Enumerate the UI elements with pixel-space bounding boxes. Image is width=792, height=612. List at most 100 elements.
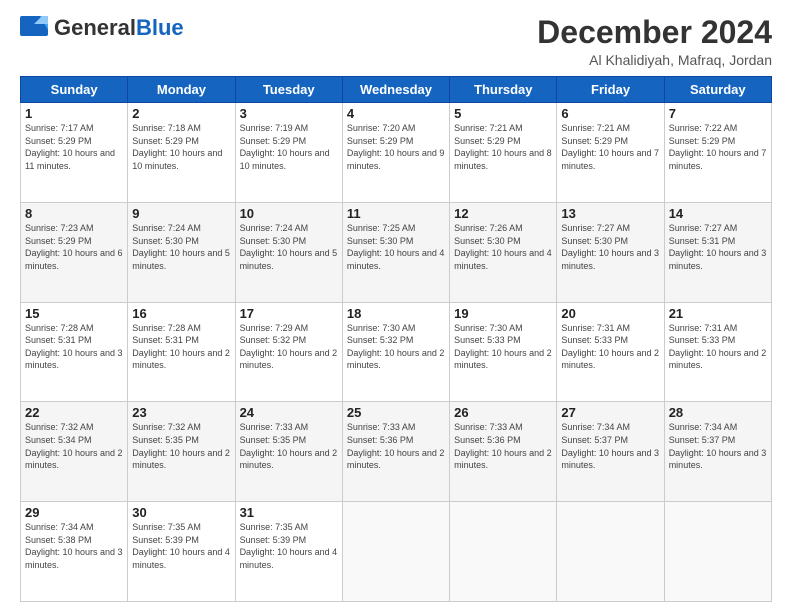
day-number: 12 bbox=[454, 206, 552, 221]
logo-icon bbox=[20, 16, 50, 40]
day-number: 7 bbox=[669, 106, 767, 121]
logo-text: GeneralBlue bbox=[54, 15, 184, 41]
day-number: 13 bbox=[561, 206, 659, 221]
day-info: Sunrise: 7:28 AM Sunset: 5:31 PM Dayligh… bbox=[132, 322, 230, 372]
day-info: Sunrise: 7:32 AM Sunset: 5:35 PM Dayligh… bbox=[132, 421, 230, 471]
table-row: 5Sunrise: 7:21 AM Sunset: 5:29 PM Daylig… bbox=[450, 103, 557, 203]
day-info: Sunrise: 7:33 AM Sunset: 5:35 PM Dayligh… bbox=[240, 421, 338, 471]
table-row: 31Sunrise: 7:35 AM Sunset: 5:39 PM Dayli… bbox=[235, 502, 342, 602]
col-wednesday: Wednesday bbox=[342, 77, 449, 103]
day-number: 18 bbox=[347, 306, 445, 321]
table-row: 19Sunrise: 7:30 AM Sunset: 5:33 PM Dayli… bbox=[450, 302, 557, 402]
day-info: Sunrise: 7:30 AM Sunset: 5:32 PM Dayligh… bbox=[347, 322, 445, 372]
day-info: Sunrise: 7:33 AM Sunset: 5:36 PM Dayligh… bbox=[347, 421, 445, 471]
day-number: 10 bbox=[240, 206, 338, 221]
location: Al Khalidiyah, Mafraq, Jordan bbox=[537, 52, 772, 68]
table-row: 1Sunrise: 7:17 AM Sunset: 5:29 PM Daylig… bbox=[21, 103, 128, 203]
day-info: Sunrise: 7:33 AM Sunset: 5:36 PM Dayligh… bbox=[454, 421, 552, 471]
table-row: 28Sunrise: 7:34 AM Sunset: 5:37 PM Dayli… bbox=[664, 402, 771, 502]
day-info: Sunrise: 7:27 AM Sunset: 5:30 PM Dayligh… bbox=[561, 222, 659, 272]
day-number: 8 bbox=[25, 206, 123, 221]
day-info: Sunrise: 7:20 AM Sunset: 5:29 PM Dayligh… bbox=[347, 122, 445, 172]
day-info: Sunrise: 7:21 AM Sunset: 5:29 PM Dayligh… bbox=[561, 122, 659, 172]
day-number: 19 bbox=[454, 306, 552, 321]
day-number: 4 bbox=[347, 106, 445, 121]
day-number: 21 bbox=[669, 306, 767, 321]
day-number: 11 bbox=[347, 206, 445, 221]
day-info: Sunrise: 7:23 AM Sunset: 5:29 PM Dayligh… bbox=[25, 222, 123, 272]
title-section: December 2024 Al Khalidiyah, Mafraq, Jor… bbox=[537, 15, 772, 68]
table-row: 14Sunrise: 7:27 AM Sunset: 5:31 PM Dayli… bbox=[664, 202, 771, 302]
table-row: 30Sunrise: 7:35 AM Sunset: 5:39 PM Dayli… bbox=[128, 502, 235, 602]
calendar-table: Sunday Monday Tuesday Wednesday Thursday… bbox=[20, 76, 772, 602]
table-row: 21Sunrise: 7:31 AM Sunset: 5:33 PM Dayli… bbox=[664, 302, 771, 402]
day-number: 9 bbox=[132, 206, 230, 221]
day-number: 27 bbox=[561, 405, 659, 420]
table-row: 2Sunrise: 7:18 AM Sunset: 5:29 PM Daylig… bbox=[128, 103, 235, 203]
col-friday: Friday bbox=[557, 77, 664, 103]
calendar-week-row: 29Sunrise: 7:34 AM Sunset: 5:38 PM Dayli… bbox=[21, 502, 772, 602]
calendar-week-row: 1Sunrise: 7:17 AM Sunset: 5:29 PM Daylig… bbox=[21, 103, 772, 203]
table-row: 23Sunrise: 7:32 AM Sunset: 5:35 PM Dayli… bbox=[128, 402, 235, 502]
table-row: 27Sunrise: 7:34 AM Sunset: 5:37 PM Dayli… bbox=[557, 402, 664, 502]
day-number: 3 bbox=[240, 106, 338, 121]
day-number: 20 bbox=[561, 306, 659, 321]
page: GeneralBlue December 2024 Al Khalidiyah,… bbox=[0, 0, 792, 612]
table-row bbox=[557, 502, 664, 602]
day-number: 22 bbox=[25, 405, 123, 420]
day-number: 29 bbox=[25, 505, 123, 520]
day-number: 2 bbox=[132, 106, 230, 121]
table-row: 3Sunrise: 7:19 AM Sunset: 5:29 PM Daylig… bbox=[235, 103, 342, 203]
day-info: Sunrise: 7:17 AM Sunset: 5:29 PM Dayligh… bbox=[25, 122, 123, 172]
day-number: 5 bbox=[454, 106, 552, 121]
day-info: Sunrise: 7:19 AM Sunset: 5:29 PM Dayligh… bbox=[240, 122, 338, 172]
table-row: 9Sunrise: 7:24 AM Sunset: 5:30 PM Daylig… bbox=[128, 202, 235, 302]
day-number: 14 bbox=[669, 206, 767, 221]
table-row: 6Sunrise: 7:21 AM Sunset: 5:29 PM Daylig… bbox=[557, 103, 664, 203]
day-number: 17 bbox=[240, 306, 338, 321]
day-number: 28 bbox=[669, 405, 767, 420]
table-row: 10Sunrise: 7:24 AM Sunset: 5:30 PM Dayli… bbox=[235, 202, 342, 302]
calendar-week-row: 15Sunrise: 7:28 AM Sunset: 5:31 PM Dayli… bbox=[21, 302, 772, 402]
day-info: Sunrise: 7:27 AM Sunset: 5:31 PM Dayligh… bbox=[669, 222, 767, 272]
day-info: Sunrise: 7:35 AM Sunset: 5:39 PM Dayligh… bbox=[240, 521, 338, 571]
day-info: Sunrise: 7:28 AM Sunset: 5:31 PM Dayligh… bbox=[25, 322, 123, 372]
day-info: Sunrise: 7:24 AM Sunset: 5:30 PM Dayligh… bbox=[132, 222, 230, 272]
day-info: Sunrise: 7:22 AM Sunset: 5:29 PM Dayligh… bbox=[669, 122, 767, 172]
table-row: 22Sunrise: 7:32 AM Sunset: 5:34 PM Dayli… bbox=[21, 402, 128, 502]
day-info: Sunrise: 7:31 AM Sunset: 5:33 PM Dayligh… bbox=[561, 322, 659, 372]
table-row: 11Sunrise: 7:25 AM Sunset: 5:30 PM Dayli… bbox=[342, 202, 449, 302]
day-info: Sunrise: 7:21 AM Sunset: 5:29 PM Dayligh… bbox=[454, 122, 552, 172]
day-number: 26 bbox=[454, 405, 552, 420]
day-info: Sunrise: 7:26 AM Sunset: 5:30 PM Dayligh… bbox=[454, 222, 552, 272]
table-row: 16Sunrise: 7:28 AM Sunset: 5:31 PM Dayli… bbox=[128, 302, 235, 402]
day-number: 1 bbox=[25, 106, 123, 121]
day-number: 30 bbox=[132, 505, 230, 520]
day-info: Sunrise: 7:29 AM Sunset: 5:32 PM Dayligh… bbox=[240, 322, 338, 372]
header: GeneralBlue December 2024 Al Khalidiyah,… bbox=[20, 15, 772, 68]
table-row: 24Sunrise: 7:33 AM Sunset: 5:35 PM Dayli… bbox=[235, 402, 342, 502]
day-number: 25 bbox=[347, 405, 445, 420]
day-number: 23 bbox=[132, 405, 230, 420]
table-row: 13Sunrise: 7:27 AM Sunset: 5:30 PM Dayli… bbox=[557, 202, 664, 302]
day-info: Sunrise: 7:34 AM Sunset: 5:38 PM Dayligh… bbox=[25, 521, 123, 571]
day-info: Sunrise: 7:18 AM Sunset: 5:29 PM Dayligh… bbox=[132, 122, 230, 172]
day-number: 31 bbox=[240, 505, 338, 520]
table-row: 7Sunrise: 7:22 AM Sunset: 5:29 PM Daylig… bbox=[664, 103, 771, 203]
day-number: 15 bbox=[25, 306, 123, 321]
table-row: 15Sunrise: 7:28 AM Sunset: 5:31 PM Dayli… bbox=[21, 302, 128, 402]
day-info: Sunrise: 7:25 AM Sunset: 5:30 PM Dayligh… bbox=[347, 222, 445, 272]
table-row bbox=[342, 502, 449, 602]
day-info: Sunrise: 7:31 AM Sunset: 5:33 PM Dayligh… bbox=[669, 322, 767, 372]
day-number: 6 bbox=[561, 106, 659, 121]
day-info: Sunrise: 7:24 AM Sunset: 5:30 PM Dayligh… bbox=[240, 222, 338, 272]
day-info: Sunrise: 7:30 AM Sunset: 5:33 PM Dayligh… bbox=[454, 322, 552, 372]
day-info: Sunrise: 7:34 AM Sunset: 5:37 PM Dayligh… bbox=[561, 421, 659, 471]
col-monday: Monday bbox=[128, 77, 235, 103]
col-thursday: Thursday bbox=[450, 77, 557, 103]
table-row: 20Sunrise: 7:31 AM Sunset: 5:33 PM Dayli… bbox=[557, 302, 664, 402]
col-sunday: Sunday bbox=[21, 77, 128, 103]
table-row: 8Sunrise: 7:23 AM Sunset: 5:29 PM Daylig… bbox=[21, 202, 128, 302]
table-row: 26Sunrise: 7:33 AM Sunset: 5:36 PM Dayli… bbox=[450, 402, 557, 502]
day-number: 24 bbox=[240, 405, 338, 420]
